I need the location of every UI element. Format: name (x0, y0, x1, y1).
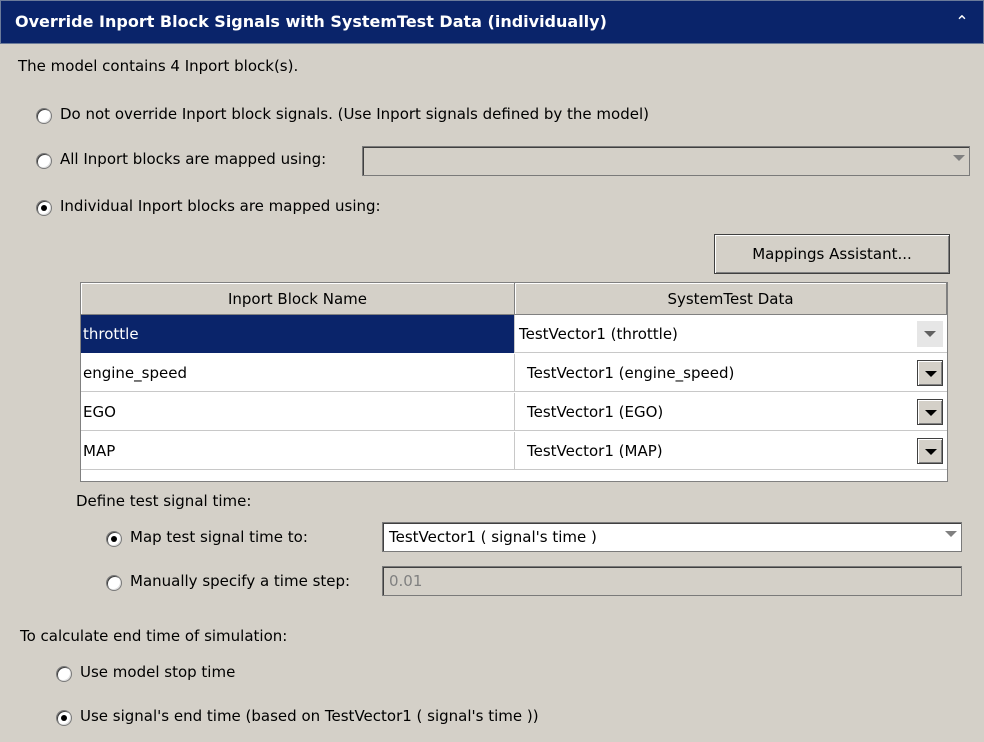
chevron-down-icon[interactable] (945, 531, 957, 537)
radio-signal-end-time[interactable] (56, 710, 72, 726)
radio-map-time-label[interactable]: Map test signal time to: (130, 528, 308, 546)
radio-individual-mapped[interactable] (36, 200, 52, 216)
all-mapping-combo[interactable] (362, 146, 970, 176)
radio-manual-time[interactable] (106, 575, 122, 591)
time-step-input[interactable]: 0.01 (382, 566, 962, 596)
cell-inport-name[interactable]: throttle (81, 315, 515, 353)
radio-individual-mapped-label[interactable]: Individual Inport blocks are mapped usin… (60, 197, 381, 215)
radio-manual-time-label[interactable]: Manually specify a time step: (130, 572, 350, 590)
cell-systemtest-value: TestVector1 (throttle) (519, 325, 678, 343)
radio-model-stop-time-label[interactable]: Use model stop time (80, 663, 235, 681)
table-row[interactable]: EGO TestVector1 (EGO) (81, 393, 947, 431)
chevron-down-icon[interactable] (953, 155, 965, 161)
cell-inport-name[interactable]: engine_speed (81, 354, 515, 392)
cell-systemtest-value: TestVector1 (EGO) (527, 403, 664, 421)
chevron-down-icon[interactable] (917, 438, 943, 464)
radio-model-stop-time[interactable] (56, 666, 72, 682)
cell-systemtest-value: TestVector1 (engine_speed) (527, 364, 735, 382)
radio-no-override-label[interactable]: Do not override Inport block signals. (U… (60, 105, 649, 123)
time-step-input-value: 0.01 (389, 572, 423, 590)
map-time-combo[interactable]: TestVector1 ( signal's time ) (382, 522, 962, 552)
end-time-heading: To calculate end time of simulation: (20, 627, 288, 645)
cell-systemtest-data[interactable]: TestVector1 (EGO) (515, 393, 947, 431)
cell-systemtest-value: TestVector1 (MAP) (527, 442, 663, 460)
table-row[interactable]: throttle TestVector1 (throttle) (81, 315, 947, 353)
radio-all-mapped-label[interactable]: All Inport blocks are mapped using: (60, 150, 326, 168)
override-inport-panel: Override Inport Block Signals with Syste… (0, 0, 984, 742)
column-header-inport-name[interactable]: Inport Block Name (81, 283, 515, 315)
chevron-down-icon[interactable] (917, 321, 943, 347)
panel-title-bar: Override Inport Block Signals with Syste… (0, 0, 984, 44)
cell-systemtest-data[interactable]: TestVector1 (throttle) (515, 315, 947, 353)
model-info-text: The model contains 4 Inport block(s). (18, 57, 299, 75)
radio-no-override[interactable] (36, 108, 52, 124)
cell-systemtest-data[interactable]: TestVector1 (MAP) (515, 432, 947, 470)
chevron-down-icon[interactable] (917, 360, 943, 386)
table-row[interactable]: engine_speed TestVector1 (engine_speed) (81, 354, 947, 392)
radio-map-time[interactable] (106, 531, 122, 547)
inport-mapping-table: Inport Block Name SystemTest Data thrott… (80, 282, 948, 482)
table-row[interactable]: MAP TestVector1 (MAP) (81, 432, 947, 470)
define-time-heading: Define test signal time: (76, 492, 252, 510)
cell-inport-name[interactable]: MAP (81, 432, 515, 470)
column-header-systemtest-data[interactable]: SystemTest Data (515, 283, 947, 315)
panel-title: Override Inport Block Signals with Syste… (15, 12, 607, 31)
mappings-assistant-button[interactable]: Mappings Assistant... (714, 234, 950, 274)
radio-signal-end-time-label[interactable]: Use signal's end time (based on TestVect… (80, 707, 539, 725)
cell-systemtest-data[interactable]: TestVector1 (engine_speed) (515, 354, 947, 392)
radio-all-mapped[interactable] (36, 153, 52, 169)
map-time-combo-value: TestVector1 ( signal's time ) (389, 528, 597, 546)
cell-inport-name[interactable]: EGO (81, 393, 515, 431)
double-chevron-up-icon[interactable]: ⌃ (953, 13, 971, 31)
chevron-down-icon[interactable] (917, 399, 943, 425)
